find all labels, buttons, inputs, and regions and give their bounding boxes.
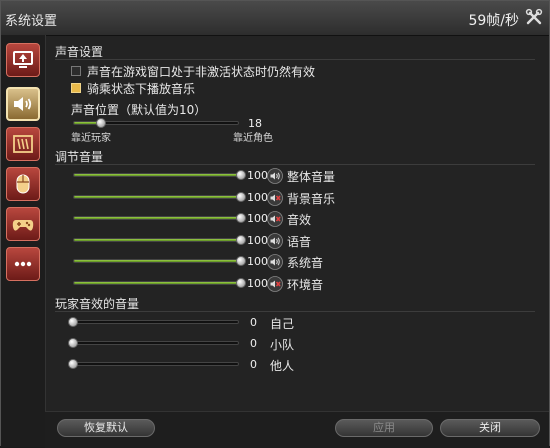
divider [55, 164, 535, 165]
speaker-icon[interactable] [267, 232, 283, 249]
volume-slider[interactable] [73, 173, 241, 177]
volume-label: 系统音 [287, 256, 324, 270]
close-button[interactable]: 关闭 [440, 419, 540, 437]
settings-sidebar [1, 35, 46, 447]
reset-defaults-button[interactable]: 恢复默认 [57, 419, 155, 437]
system-settings-window: 系统设置 59帧/秒 声音设置 声音在游戏窗口处于非激活状态时仍然有效 骑乘状态… [0, 0, 550, 448]
volume-label: 语音 [287, 234, 312, 249]
volume-value: 100 [247, 255, 268, 268]
slider-knob[interactable] [236, 256, 246, 266]
more-icon [14, 261, 32, 267]
position-left-label: 靠近玩家 [71, 133, 111, 144]
volume-label: 背景音乐 [287, 191, 336, 206]
sfx-value: 0 [250, 358, 257, 371]
tab-mouse[interactable] [6, 167, 40, 201]
section-volume: 调节音量 [55, 150, 104, 164]
volume-value: 100 [247, 190, 268, 204]
slider-knob[interactable] [236, 213, 246, 223]
position-right-label: 靠近角色 [233, 133, 273, 144]
speaker-muted-icon[interactable] [267, 275, 283, 292]
tab-gamepad[interactable] [6, 207, 40, 241]
sfx-label: 他人 [270, 359, 295, 373]
slider-fill [74, 174, 240, 176]
speaker-icon[interactable] [267, 168, 283, 184]
volume-value: 100 [247, 233, 268, 247]
speaker-muted-icon[interactable] [267, 211, 283, 227]
display-settings-icon [13, 51, 33, 68]
apply-button[interactable]: 应用 [335, 419, 433, 437]
sound-position-knob[interactable] [96, 118, 107, 128]
slider-knob[interactable] [68, 338, 78, 348]
checkbox-label: 声音在游戏窗口处于非激活状态时仍然有效 [87, 65, 316, 79]
section-player-sfx: 玩家音效的音量 [55, 297, 140, 311]
slider-fill [74, 281, 240, 284]
section-sound-settings: 声音设置 [55, 45, 104, 59]
volume-slider[interactable] [73, 259, 241, 263]
window-title: 系统设置 [5, 14, 58, 29]
slider-fill [74, 238, 240, 241]
settings-content: 声音设置 声音在游戏窗口处于非激活状态时仍然有效 骑乘状态下播放音乐 声音位置（… [45, 35, 549, 411]
volume-slider[interactable] [73, 280, 241, 285]
slider-knob[interactable] [236, 170, 246, 180]
sfx-value: 0 [250, 337, 257, 350]
tab-sound[interactable] [6, 87, 40, 121]
tab-more[interactable] [6, 247, 40, 281]
volume-value: 100 [247, 212, 268, 225]
checkbox-inactive-window-sound[interactable] [71, 66, 81, 76]
speaker-icon [14, 97, 32, 111]
volume-value: 100 [247, 169, 268, 182]
volume-slider[interactable] [73, 194, 241, 199]
fps-readout: 59帧/秒 [468, 13, 519, 29]
slider-knob[interactable] [236, 277, 246, 288]
tab-ui[interactable] [6, 127, 40, 161]
tab-display[interactable] [6, 43, 40, 77]
slider-knob[interactable] [68, 359, 78, 369]
gamepad-icon [12, 220, 34, 231]
volume-label: 音效 [287, 213, 312, 227]
checkbox-mount-music[interactable] [71, 83, 81, 93]
slider-knob[interactable] [236, 191, 246, 202]
slider-fill [74, 195, 240, 198]
volume-slider[interactable] [73, 216, 241, 220]
divider [55, 59, 535, 60]
sfx-label: 自己 [270, 317, 295, 331]
speaker-icon[interactable] [267, 254, 283, 270]
slider-knob[interactable] [236, 234, 246, 245]
sfx-volume-slider[interactable] [73, 362, 239, 366]
slider-fill [74, 217, 240, 219]
volume-label: 整体音量 [287, 170, 336, 184]
slider-fill [74, 260, 240, 262]
checkbox-label: 骑乘状态下播放音乐 [87, 82, 196, 96]
sfx-volume-slider[interactable] [73, 320, 239, 324]
ui-settings-icon [13, 135, 33, 153]
slider-knob[interactable] [68, 317, 78, 327]
divider [55, 311, 535, 312]
volume-slider[interactable] [73, 237, 241, 242]
volume-value: 100 [247, 276, 268, 290]
tools-icon[interactable] [525, 8, 543, 26]
speaker-muted-icon[interactable] [267, 189, 283, 206]
sfx-label: 小队 [270, 338, 295, 352]
title-bar: 系统设置 59帧/秒 [1, 1, 549, 36]
sound-position-label: 声音位置（默认值为10） [71, 103, 207, 117]
volume-label: 环境音 [287, 277, 324, 292]
sfx-value: 0 [250, 316, 257, 329]
sfx-volume-slider[interactable] [73, 341, 239, 345]
mouse-icon [16, 174, 30, 194]
footer-bar: 恢复默认 应用 关闭 [45, 411, 549, 448]
